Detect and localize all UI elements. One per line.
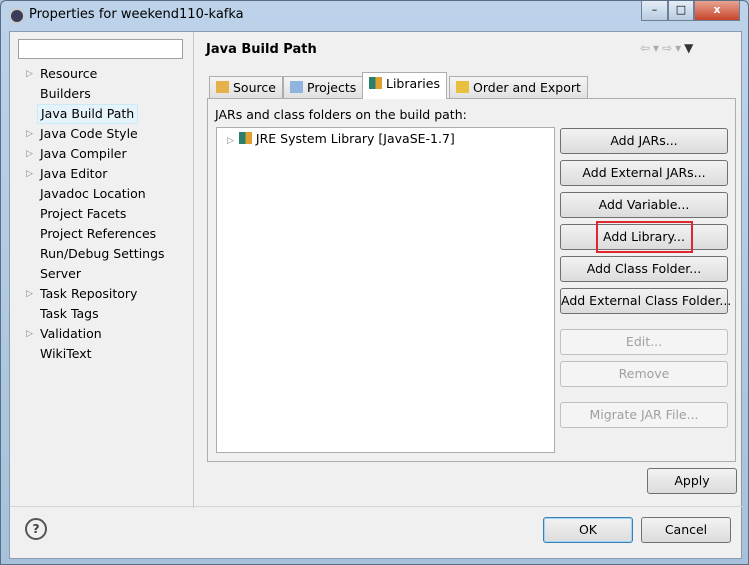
expand-arrow-icon[interactable]: ▷: [26, 144, 33, 164]
button-remove[interactable]: Remove: [560, 361, 728, 387]
build-path-list[interactable]: ▷ JRE System Library [JavaSE-1.7]: [216, 127, 555, 453]
sidebar-item[interactable]: ▷ Java Code Style: [26, 124, 138, 144]
libraries-panel: JARs and class folders on the build path…: [207, 98, 736, 462]
expand-arrow-icon[interactable]: ▷: [26, 64, 33, 84]
sidebar-item-label: Task Tags: [40, 306, 99, 321]
window-title: Properties for weekend110-kafka: [29, 7, 244, 22]
maximize-button[interactable]: □: [668, 1, 694, 21]
list-label: JARs and class folders on the build path…: [215, 107, 467, 122]
sidebar-item-label: Java Build Path: [41, 106, 135, 121]
sidebar-item[interactable]: ▷ Java Compiler: [26, 144, 127, 164]
button-add-class-folder[interactable]: Add Class Folder...: [560, 256, 728, 282]
sidebar-item[interactable]: ▷ Validation: [26, 324, 102, 344]
source-folder-icon: [216, 81, 229, 93]
button-migrate-jar-file[interactable]: Migrate JAR File...: [560, 402, 728, 428]
highlight-box: [596, 221, 693, 253]
sidebar-item-label: Java Compiler: [40, 146, 127, 161]
sidebar-item-label: Task Repository: [40, 286, 138, 301]
list-item[interactable]: ▷ JRE System Library [JavaSE-1.7]: [227, 131, 455, 146]
expand-arrow-icon[interactable]: ▷: [26, 284, 33, 304]
navigation-arrows[interactable]: ⇦▾⇨▾▼: [640, 41, 696, 55]
expand-arrow-icon[interactable]: ▷: [26, 324, 33, 344]
button-add-variable[interactable]: Add Variable...: [560, 192, 728, 218]
sidebar-item-label: Server: [40, 266, 81, 281]
separator: [10, 506, 743, 507]
button-add-external-jars[interactable]: Add External JARs...: [560, 160, 728, 186]
close-button[interactable]: x: [694, 1, 740, 21]
help-icon[interactable]: ?: [25, 518, 47, 540]
sidebar-item[interactable]: Task Tags: [40, 304, 99, 324]
tab-projects[interactable]: Projects: [283, 76, 364, 99]
sidebar-item-label: Javadoc Location: [40, 186, 146, 201]
sidebar-item-label: Resource: [40, 66, 98, 81]
sidebar-item[interactable]: Project Facets: [40, 204, 126, 224]
sidebar-item[interactable]: ▷ Task Repository: [26, 284, 138, 304]
tab-order-and-export[interactable]: Order and Export: [449, 76, 588, 99]
expand-arrow-icon[interactable]: ▷: [26, 124, 33, 144]
folder-icon: [290, 81, 303, 93]
sidebar-item[interactable]: ▷ Java Editor: [26, 164, 108, 184]
sidebar-item-label: Java Editor: [40, 166, 108, 181]
tab-source[interactable]: Source: [209, 76, 283, 99]
sidebar-item-label: Project Facets: [40, 206, 127, 221]
sidebar-item-label: WikiText: [40, 346, 92, 361]
dialog-body: ▷ Resource Builders Java Build Path ▷ Java Co…: [9, 31, 743, 559]
sidebar-item[interactable]: Server: [40, 264, 81, 284]
expand-arrow-icon[interactable]: ▷: [26, 164, 33, 184]
sidebar-item-label: Builders: [40, 86, 91, 101]
cancel-button[interactable]: Cancel: [641, 517, 731, 543]
sidebar-item[interactable]: Builders: [40, 84, 91, 104]
sidebar-item-label: Validation: [40, 326, 102, 341]
minimize-button[interactable]: –: [641, 1, 668, 21]
sidebar-item-label: Run/Debug Settings: [40, 246, 165, 261]
library-icon: [238, 132, 252, 144]
button-add-jars[interactable]: Add JARs...: [560, 128, 728, 154]
sidebar-item-label: Java Code Style: [40, 126, 138, 141]
filter-input[interactable]: [18, 39, 183, 59]
properties-dialog: Properties for weekend110-kafka – □ x ▷ R…: [0, 0, 749, 565]
sidebar-item[interactable]: Run/Debug Settings: [40, 244, 165, 264]
apply-button[interactable]: Apply: [647, 468, 737, 494]
sidebar-item[interactable]: WikiText: [40, 344, 92, 364]
button-edit[interactable]: Edit...: [560, 329, 728, 355]
eclipse-icon: [9, 8, 25, 24]
tab-libraries[interactable]: Libraries: [362, 72, 447, 99]
page-title: Java Build Path: [206, 42, 317, 57]
divider: [193, 32, 194, 508]
order-icon: [456, 81, 469, 93]
sidebar-item[interactable]: Project References: [40, 224, 156, 244]
sidebar-item[interactable]: ▷ Resource: [26, 64, 98, 84]
sidebar-item-label: Project References: [40, 226, 157, 241]
sidebar-item[interactable]: Javadoc Location: [40, 184, 146, 204]
ok-button[interactable]: OK: [543, 517, 633, 543]
library-icon: [369, 77, 382, 89]
sidebar-item[interactable]: Java Build Path: [37, 104, 139, 124]
expand-arrow-icon[interactable]: ▷: [227, 136, 234, 146]
button-add-external-class-folder[interactable]: Add External Class Folder...: [560, 288, 731, 314]
